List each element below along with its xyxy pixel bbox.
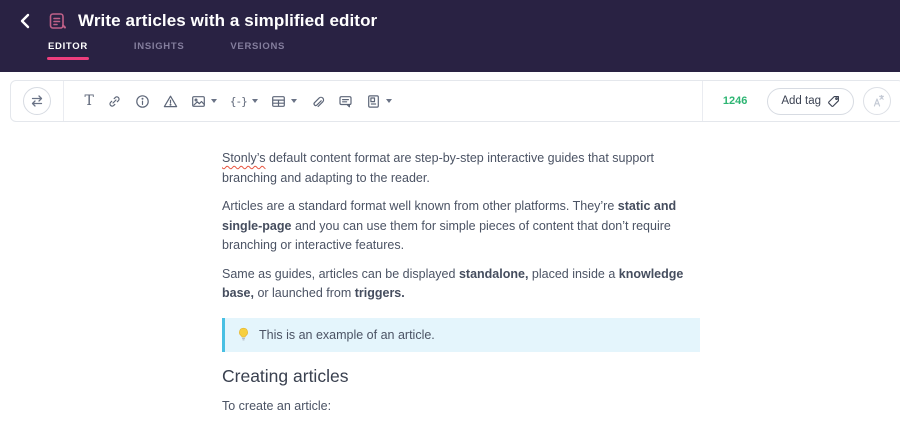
- comment-bubble-icon: [339, 95, 352, 107]
- variable-button[interactable]: {-}: [223, 92, 264, 111]
- intro-line: To create an article:: [222, 398, 332, 413]
- table-button[interactable]: [264, 90, 303, 113]
- tag-icon: [828, 95, 839, 107]
- paperclip-icon: [313, 96, 324, 107]
- switch-mode-button[interactable]: [23, 87, 51, 115]
- misspelled-word: Stonly’s: [222, 151, 266, 165]
- header-title-row: Write articles with a simplified editor: [0, 0, 900, 31]
- text-block-button[interactable]: T: [78, 90, 100, 112]
- chevron-down-icon: [290, 99, 297, 103]
- table-icon: [271, 95, 285, 107]
- chevron-down-icon: [210, 99, 217, 103]
- lightbulb-icon: [239, 327, 248, 341]
- header: Write articles with a simplified editor …: [0, 0, 900, 72]
- image-icon: [191, 95, 205, 107]
- knowledge-book-icon: [367, 94, 379, 108]
- translate-icon: [873, 94, 884, 107]
- tip-callout: This is an example of an article.: [222, 317, 700, 352]
- toolbar-icons: T {-}: [78, 90, 398, 113]
- stonly-editor-window: Write articles with a simplified editor …: [0, 0, 900, 426]
- add-tag-label: Add tag: [781, 95, 821, 107]
- link-icon: [109, 95, 120, 107]
- editor-canvas[interactable]: Stonly’s default content format are step…: [0, 123, 900, 426]
- image-button[interactable]: [184, 90, 223, 113]
- paragraph-3: Same as guides, articles can be displaye…: [222, 266, 684, 301]
- chevron-down-icon: [251, 99, 258, 103]
- toolbar-divider: [701, 81, 703, 121]
- article-content: Stonly’s default content format are step…: [222, 149, 700, 426]
- back-button[interactable]: [18, 11, 32, 31]
- tab-versions[interactable]: VERSIONS: [229, 41, 286, 60]
- warning-block-button[interactable]: [156, 90, 184, 113]
- paragraph-1: Stonly’s default content format are step…: [222, 151, 654, 185]
- braces-icon: {-}: [229, 94, 248, 108]
- toolbar-divider: [63, 81, 64, 121]
- word-count: 1246: [722, 95, 748, 107]
- chevron-left-icon: [20, 13, 30, 29]
- article-doc-icon: [48, 12, 67, 31]
- info-block-button[interactable]: [128, 90, 156, 113]
- page-title[interactable]: Write articles with a simplified editor: [78, 11, 377, 31]
- add-tag-button[interactable]: Add tag: [767, 87, 854, 115]
- swap-arrows-icon: [31, 95, 43, 107]
- info-icon: [136, 94, 149, 108]
- chevron-down-icon: [385, 99, 392, 103]
- tab-insights[interactable]: INSIGHTS: [133, 41, 185, 60]
- link-button[interactable]: [100, 90, 128, 113]
- embed-guide-button[interactable]: [359, 90, 398, 113]
- translate-button[interactable]: [863, 87, 891, 115]
- callout-text: This is an example of an article.: [259, 327, 435, 342]
- warning-triangle-icon: [163, 95, 178, 107]
- paragraph-2: Articles are a standard format well know…: [222, 199, 677, 252]
- text-icon: T: [84, 93, 94, 109]
- editor-toolbar: T {-} 1246 Add tag: [10, 80, 900, 122]
- attachment-button[interactable]: [303, 90, 331, 113]
- note-button[interactable]: [331, 90, 359, 113]
- section-heading: Creating articles: [222, 365, 349, 386]
- tab-editor[interactable]: EDITOR: [47, 41, 89, 60]
- header-tabs: EDITOR INSIGHTS VERSIONS: [47, 41, 900, 60]
